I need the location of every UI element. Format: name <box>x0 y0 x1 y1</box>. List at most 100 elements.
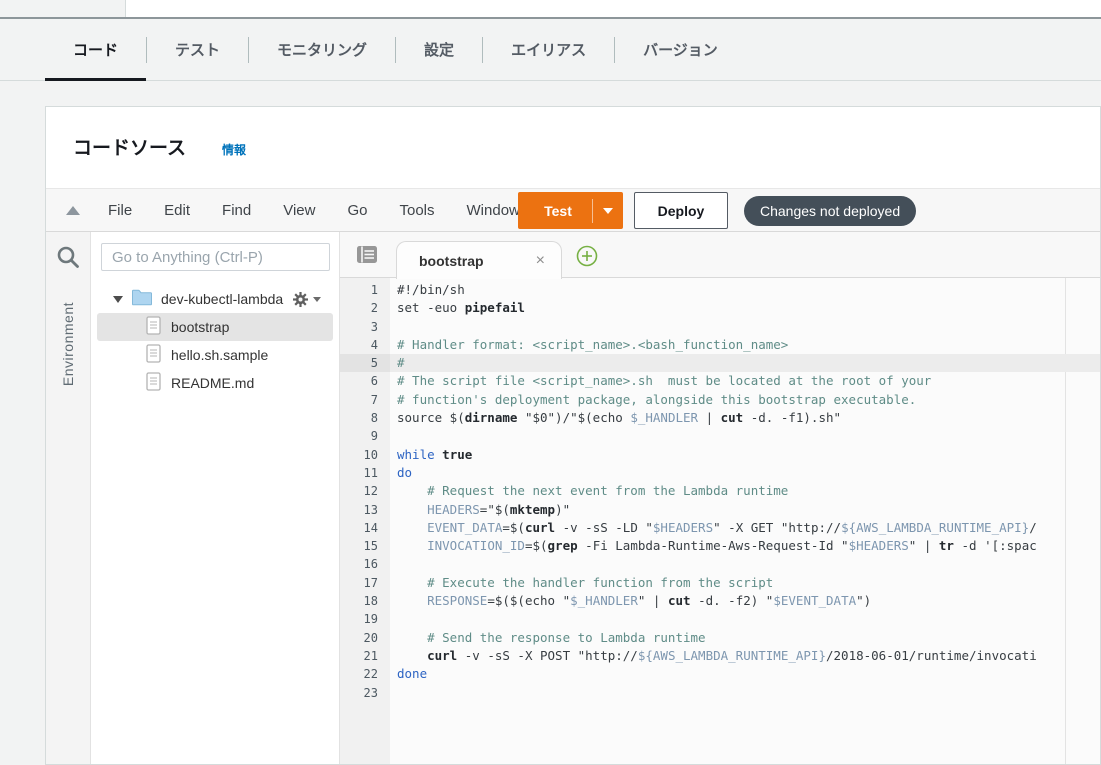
tab-list-icon[interactable] <box>354 244 380 271</box>
code-line: 10while true <box>340 446 1100 464</box>
code-line: 23 <box>340 684 1100 702</box>
file-tree: dev-kubectl-lambda <box>97 285 333 397</box>
environment-sidebar-tab[interactable]: Environment <box>46 284 90 404</box>
plus-circle-icon <box>576 245 598 267</box>
chevron-down-icon <box>603 208 613 214</box>
tree-file-hello.sh.sample[interactable]: hello.sh.sample <box>97 341 333 369</box>
menu-view[interactable]: View <box>267 202 331 219</box>
new-tab-button[interactable] <box>576 245 598 272</box>
editor-tab-bootstrap[interactable]: bootstrap × <box>396 241 562 279</box>
line-number: 4 <box>340 336 390 354</box>
folder-expand-caret-icon[interactable] <box>113 296 123 303</box>
function-tab[interactable]: エイリアス <box>483 19 614 80</box>
code-line: 18 RESPONSE=$($(echo "$_HANDLER" | cut -… <box>340 592 1100 610</box>
line-source: # function's deployment package, alongsi… <box>390 391 1100 409</box>
code-line: 7# function's deployment package, alongs… <box>340 391 1100 409</box>
menu-edit[interactable]: Edit <box>148 202 206 219</box>
line-number: 13 <box>340 501 390 519</box>
test-button[interactable]: Test <box>518 192 623 229</box>
code-line: 19 <box>340 610 1100 628</box>
menu-file[interactable]: File <box>92 202 148 219</box>
line-source: source $(dirname "$0")/"$(echo $_HANDLER… <box>390 409 1100 427</box>
line-source: # Handler format: <script_name>.<bash_fu… <box>390 336 1100 354</box>
close-tab-icon[interactable]: × <box>536 253 545 269</box>
line-source: while true <box>390 446 1100 464</box>
status-badge: Changes not deployed <box>744 196 916 226</box>
code-line: 8source $(dirname "$0")/"$(echo $_HANDLE… <box>340 409 1100 427</box>
line-source: set -euo pipefail <box>390 299 1100 317</box>
test-dropdown-toggle[interactable] <box>593 208 623 214</box>
menu-find[interactable]: Find <box>206 202 267 219</box>
line-number: 18 <box>340 592 390 610</box>
line-number: 12 <box>340 482 390 500</box>
code-line: 22done <box>340 665 1100 683</box>
line-source: # Request the next event from the Lambda… <box>390 482 1100 500</box>
line-number: 9 <box>340 427 390 445</box>
function-tab[interactable]: 設定 <box>396 19 482 80</box>
page-title: コードソース <box>73 133 186 160</box>
line-number: 16 <box>340 555 390 573</box>
line-number: 5 <box>340 354 390 372</box>
deploy-button[interactable]: Deploy <box>634 192 728 229</box>
lambda-console-screen: コードテストモニタリング設定エイリアスバージョン コードソース 情報 FileE… <box>0 0 1101 765</box>
code-source-panel: コードソース 情報 FileEditFindViewGoToolsWindow … <box>45 106 1101 765</box>
line-number: 11 <box>340 464 390 482</box>
code-line: 9 <box>340 427 1100 445</box>
file-name: README.md <box>171 375 254 391</box>
code-area[interactable]: 1#!/bin/sh2set -euo pipefail34# Handler … <box>340 278 1100 764</box>
file-icon <box>146 344 161 366</box>
ide-menubar: FileEditFindViewGoToolsWindow Test Deplo… <box>46 188 1100 232</box>
code-line: 15 INVOCATION_ID=$(grep -Fi Lambda-Runti… <box>340 537 1100 555</box>
tree-file-bootstrap[interactable]: bootstrap <box>97 313 333 341</box>
menu-tools[interactable]: Tools <box>383 202 450 219</box>
ide-menus: FileEditFindViewGoToolsWindow <box>92 202 536 219</box>
line-number: 8 <box>340 409 390 427</box>
line-source: done <box>390 665 1100 683</box>
line-source <box>390 427 1100 445</box>
menu-go[interactable]: Go <box>331 202 383 219</box>
function-tab[interactable]: テスト <box>147 19 248 80</box>
code-line: 2set -euo pipefail <box>340 299 1100 317</box>
line-source: HEADERS="$(mktemp)" <box>390 501 1100 519</box>
code-line: 17 # Execute the handler function from t… <box>340 574 1100 592</box>
tree-file-README.md[interactable]: README.md <box>97 369 333 397</box>
function-tabs: コードテストモニタリング設定エイリアスバージョン <box>0 19 1101 81</box>
code-line: 4# Handler format: <script_name>.<bash_f… <box>340 336 1100 354</box>
code-line: 13 HEADERS="$(mktemp)" <box>340 501 1100 519</box>
ide-body: Environment dev-kubectl-lambda <box>46 232 1100 764</box>
function-tab[interactable]: コード <box>45 19 146 80</box>
collapse-panel-icon[interactable] <box>66 206 80 215</box>
left-icon-strip: Environment <box>46 232 91 764</box>
tree-settings-button[interactable] <box>292 291 321 308</box>
line-source: #!/bin/sh <box>390 281 1100 299</box>
line-source: # Send the response to Lambda runtime <box>390 629 1100 647</box>
line-number: 23 <box>340 684 390 702</box>
line-source: curl -v -sS -X POST "http://${AWS_LAMBDA… <box>390 647 1100 665</box>
line-source: # The script file <script_name>.sh must … <box>390 372 1100 390</box>
code-line: 20 # Send the response to Lambda runtime <box>340 629 1100 647</box>
line-number: 10 <box>340 446 390 464</box>
gear-icon <box>292 291 309 308</box>
line-source: do <box>390 464 1100 482</box>
folder-icon <box>131 289 153 309</box>
file-name: bootstrap <box>171 319 229 335</box>
search-icon[interactable] <box>55 244 81 275</box>
line-number: 19 <box>340 610 390 628</box>
go-to-anything-input[interactable] <box>101 243 330 271</box>
file-icon <box>146 316 161 338</box>
line-number: 21 <box>340 647 390 665</box>
line-number: 22 <box>340 665 390 683</box>
code-line: 11do <box>340 464 1100 482</box>
function-tab[interactable]: モニタリング <box>249 19 395 80</box>
file-name: hello.sh.sample <box>171 347 268 363</box>
info-link[interactable]: 情報 <box>222 141 246 158</box>
code-line: 1#!/bin/sh <box>340 281 1100 299</box>
function-tab[interactable]: バージョン <box>615 19 746 80</box>
top-panel-remnant <box>125 0 1101 17</box>
tree-folder-row[interactable]: dev-kubectl-lambda <box>97 285 333 313</box>
line-source <box>390 318 1100 336</box>
line-number: 1 <box>340 281 390 299</box>
gear-dropdown-caret-icon <box>313 297 321 302</box>
code-editor: bootstrap × 1#!/bin/sh2set -euo pi <box>340 232 1100 764</box>
line-source: INVOCATION_ID=$(grep -Fi Lambda-Runtime-… <box>390 537 1100 555</box>
